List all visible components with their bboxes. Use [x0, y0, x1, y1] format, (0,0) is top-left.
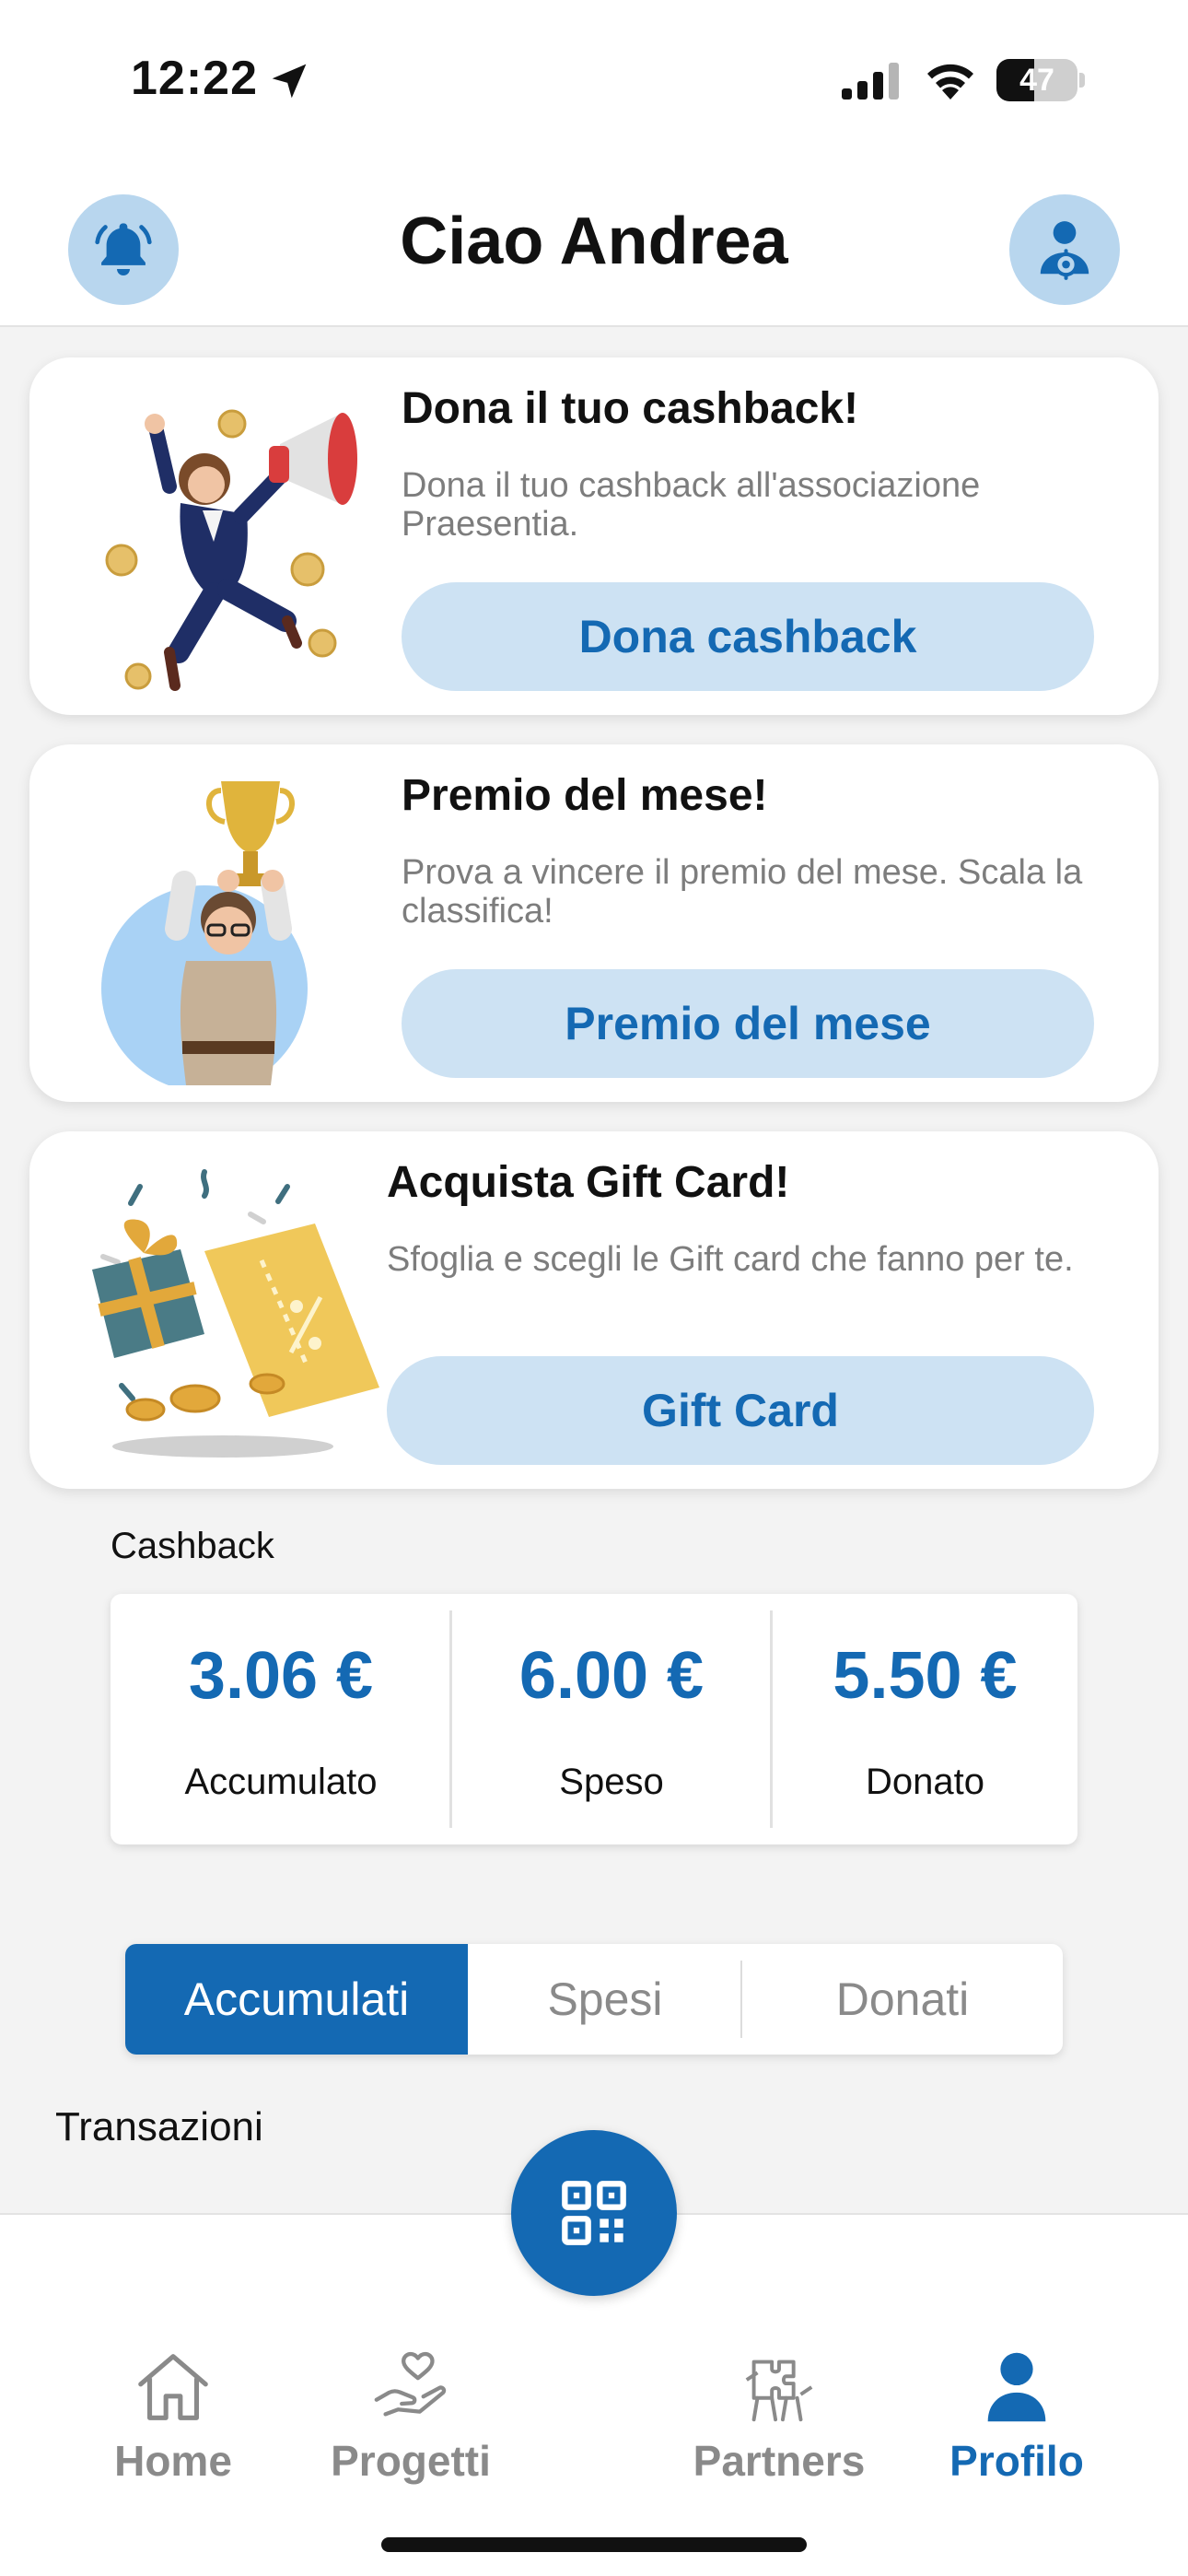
- stat-accumulated: 3.06 € Accumulato: [111, 1594, 451, 1844]
- stat-value: 3.06 €: [188, 1639, 374, 1713]
- stat-donated: 5.50 € Donato: [773, 1594, 1077, 1844]
- nav-label: Home: [114, 2437, 232, 2485]
- gift-box-ticket-illustration: [92, 1169, 379, 1458]
- nav-item-progetti[interactable]: Progetti: [300, 2344, 521, 2491]
- battery-body: 47: [996, 59, 1077, 101]
- app-screen: 12:22 47 Ciao Andrea Dona il tuo cashbac…: [0, 0, 1188, 2576]
- status-bar: 12:22 47: [0, 0, 1188, 161]
- battery-tip: [1079, 73, 1085, 88]
- qr-code-icon: [562, 2181, 626, 2245]
- nav-item-profilo[interactable]: Profilo: [906, 2344, 1127, 2491]
- stat-label: Donato: [866, 1762, 984, 1802]
- tab-accumulati[interactable]: Accumulati: [125, 1944, 468, 2055]
- nav-label: Progetti: [331, 2437, 491, 2485]
- monthly-prize-card: Premio del mese! Prova a vincere il prem…: [29, 744, 1159, 1102]
- card-title: Acquista Gift Card!: [387, 1158, 790, 1207]
- wifi-icon: [927, 64, 973, 100]
- cellular-signal-icon: [842, 63, 899, 100]
- cashback-section-label: Cashback: [111, 1526, 274, 1566]
- donate-cashback-card: Dona il tuo cashback! Dona il tuo cashba…: [29, 357, 1159, 715]
- megaphone-businesswoman-illustration: [105, 409, 357, 691]
- card-title: Premio del mese!: [402, 771, 768, 820]
- stat-value: 6.00 €: [518, 1639, 705, 1713]
- nav-label: Profilo: [949, 2437, 1084, 2485]
- puzzle-hands-icon: [745, 2359, 813, 2422]
- trophy-man-illustration: [101, 781, 308, 1085]
- home-icon: [138, 2354, 208, 2420]
- card-title: Dona il tuo cashback!: [402, 384, 859, 433]
- home-indicator: [381, 2537, 807, 2552]
- card-description: Prova a vincere il premio del mese. Scal…: [402, 853, 1083, 931]
- heart-hand-icon: [374, 2351, 447, 2417]
- battery-percentage: 47: [1019, 63, 1054, 98]
- donate-cashback-button[interactable]: Dona cashback: [402, 582, 1094, 691]
- battery-indicator: 47: [996, 59, 1085, 101]
- user-settings-icon: [1040, 221, 1089, 280]
- status-time: 12:22: [131, 52, 258, 105]
- transactions-filter-tabs: Accumulati Spesi Donati: [125, 1944, 1063, 2055]
- gift-card-button[interactable]: Gift Card: [387, 1356, 1094, 1465]
- cashback-stats-box: 3.06 € Accumulato 6.00 € Speso 5.50 € Do…: [111, 1594, 1077, 1844]
- nav-item-partners[interactable]: Partners: [669, 2344, 890, 2491]
- stat-label: Accumulato: [184, 1762, 378, 1802]
- gift-card-card: Acquista Gift Card! Sfoglia e scegli le …: [29, 1131, 1159, 1489]
- tab-donati[interactable]: Donati: [742, 1944, 1063, 2055]
- stat-spent: 6.00 € Speso: [452, 1594, 771, 1844]
- transactions-section-label: Transazioni: [55, 2104, 263, 2149]
- monthly-prize-button[interactable]: Premio del mese: [402, 969, 1094, 1078]
- qr-scan-button[interactable]: [511, 2130, 677, 2296]
- location-arrow-icon: [272, 64, 307, 99]
- tab-spesi[interactable]: Spesi: [468, 1944, 742, 2055]
- app-header: Ciao Andrea: [0, 161, 1188, 327]
- stat-value: 5.50 €: [833, 1639, 1018, 1713]
- card-description: Dona il tuo cashback all'associazione Pr…: [402, 466, 981, 544]
- profile-settings-button[interactable]: [1009, 194, 1120, 305]
- nav-label: Partners: [693, 2437, 866, 2485]
- stat-label: Speso: [559, 1762, 664, 1802]
- person-icon: [987, 2352, 1046, 2422]
- card-description: Sfoglia e scegli le Gift card che fanno …: [387, 1240, 1074, 1279]
- nav-item-home[interactable]: Home: [63, 2344, 284, 2491]
